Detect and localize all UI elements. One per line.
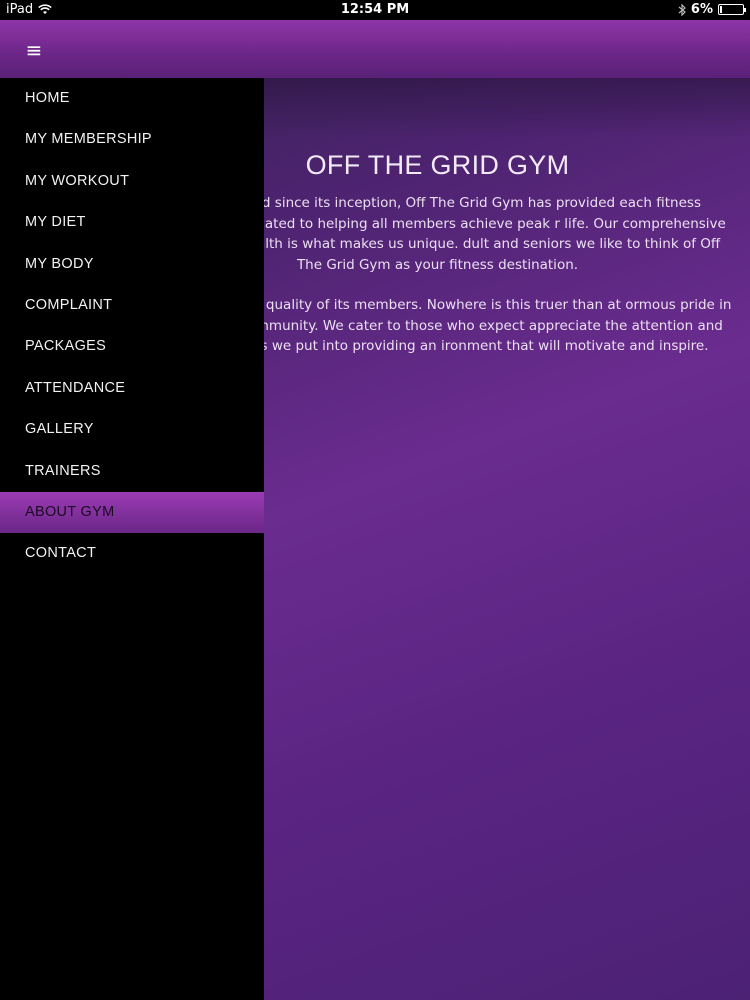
drawer-item-my-diet[interactable]: MY DIET: [0, 202, 264, 243]
battery-fill: [720, 6, 722, 13]
drawer-item-contact[interactable]: CONTACT: [0, 533, 264, 574]
drawer-item-home[interactable]: HOME: [0, 78, 264, 119]
bluetooth-icon: [678, 3, 686, 16]
status-bar: iPad 12:54 PM 6%: [0, 0, 750, 20]
status-right: 6%: [678, 2, 746, 17]
drawer-item-my-membership[interactable]: MY MEMBERSHIP: [0, 119, 264, 160]
drawer-item-trainers[interactable]: TRAINERS: [0, 451, 264, 492]
status-time: 12:54 PM: [340, 2, 410, 17]
hamburger-menu-icon[interactable]: ≡: [22, 38, 46, 62]
battery-icon: [718, 4, 746, 15]
drawer-item-about-gym[interactable]: ABOUT GYM: [0, 491, 264, 534]
drawer-item-my-workout[interactable]: MY WORKOUT: [0, 161, 264, 202]
drawer-item-attendance[interactable]: ATTENDANCE: [0, 368, 264, 409]
navigation-drawer: HOME MY MEMBERSHIP MY WORKOUT MY DIET MY…: [0, 78, 264, 1000]
drawer-item-my-body[interactable]: MY BODY: [0, 244, 264, 285]
drawer-item-packages[interactable]: PACKAGES: [0, 326, 264, 367]
battery-text: 6%: [690, 2, 713, 17]
app-header: ≡: [0, 20, 750, 78]
drawer-item-complaint[interactable]: COMPLAINT: [0, 285, 264, 326]
drawer-item-gallery[interactable]: GALLERY: [0, 409, 264, 450]
